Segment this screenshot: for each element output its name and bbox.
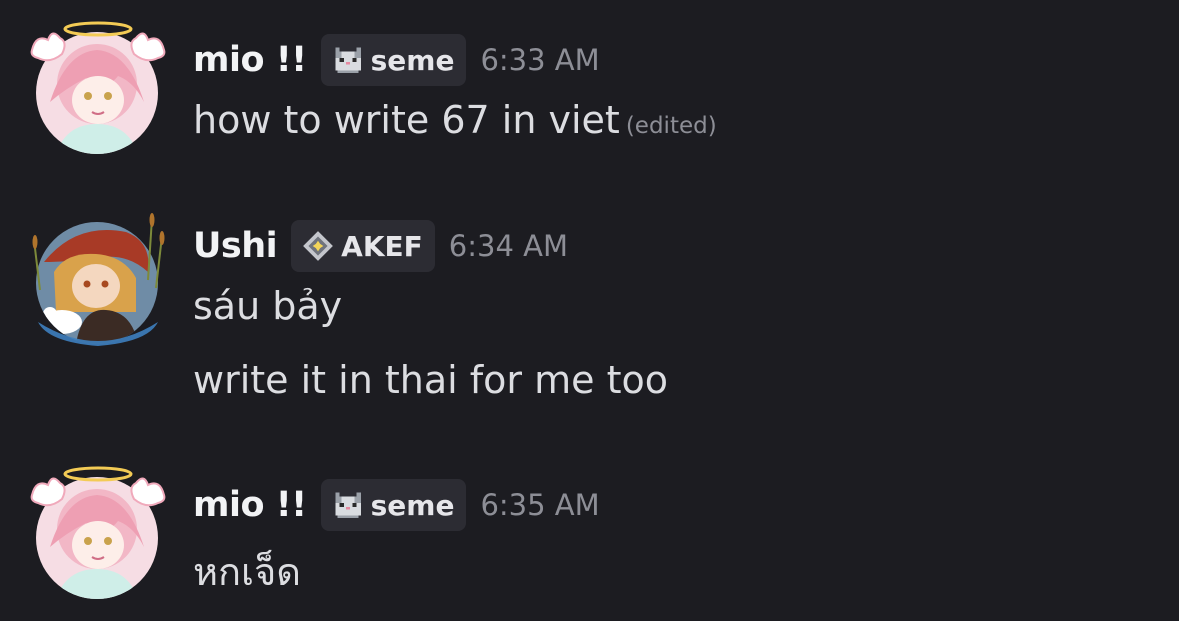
message-text: how to write 67 in viet (edited) xyxy=(193,98,717,142)
avatar[interactable] xyxy=(28,465,168,605)
message-text: หกเจ็ด xyxy=(193,541,301,602)
message-header: mio !! seme 6:33 AM xyxy=(193,32,600,88)
guild-tag[interactable]: seme xyxy=(320,479,467,531)
username[interactable]: mio !! xyxy=(193,40,307,80)
timestamp[interactable]: 6:35 AM xyxy=(480,488,599,522)
halo-wings-decoration xyxy=(30,21,166,62)
pixel-cat-icon xyxy=(334,492,361,518)
guild-tag-label: AKEF xyxy=(341,229,423,263)
message-content: หกเจ็ด xyxy=(193,550,301,594)
guild-tag-label: seme xyxy=(370,488,455,522)
username[interactable]: Ushi xyxy=(193,226,278,266)
guild-tag[interactable]: AKEF xyxy=(291,220,435,272)
avatar[interactable] xyxy=(28,20,168,160)
halo-wings-decoration xyxy=(30,466,166,507)
message-header: Ushi AKEF 6:34 AM xyxy=(193,218,568,274)
edited-label: (edited) xyxy=(625,113,717,139)
pixel-cat-icon xyxy=(334,47,361,73)
username[interactable]: mio !! xyxy=(193,485,307,525)
pond-reeds-decoration xyxy=(32,213,165,346)
chat-messages: mio !! seme 6:33 AM how to write 67 in v… xyxy=(0,0,1179,621)
message-group: mio !! seme 6:33 AM how to write 67 in v… xyxy=(0,0,1179,200)
guild-tag-label: seme xyxy=(370,43,455,77)
message-content: sáu bảy xyxy=(193,284,343,328)
timestamp[interactable]: 6:33 AM xyxy=(480,43,599,77)
message-content: write it in thai for me too xyxy=(193,358,668,402)
message-group: Ushi AKEF 6:34 AM sáu bảy write it in th… xyxy=(0,200,1179,420)
message-content: how to write 67 in viet xyxy=(193,98,620,142)
message-text: write it in thai for me too xyxy=(193,358,668,402)
message-text: sáu bảy xyxy=(193,284,342,328)
timestamp[interactable]: 6:34 AM xyxy=(449,229,568,263)
avatar[interactable] xyxy=(28,210,168,350)
message-header: mio !! seme 6:35 AM xyxy=(193,477,600,533)
guild-tag[interactable]: seme xyxy=(320,34,467,86)
message-group: mio !! seme 6:35 AM หกเจ็ด xyxy=(0,445,1179,621)
diamond-star-icon xyxy=(303,231,334,261)
